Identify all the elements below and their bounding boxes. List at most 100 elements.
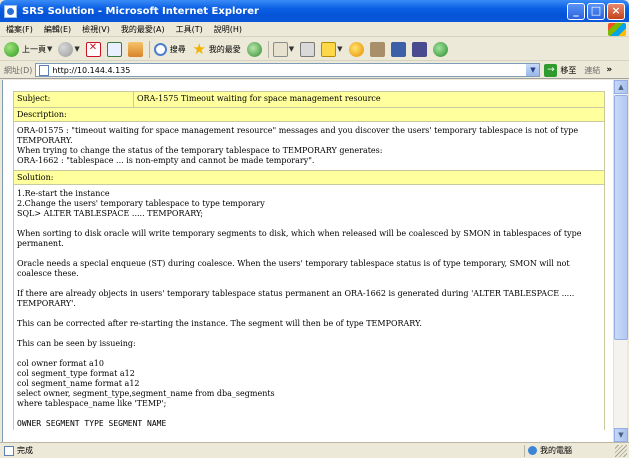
- standard-toolbar: 上一頁 ▼ ▼ 搜尋 ★ 我的最愛 ▼ ▼: [0, 38, 629, 61]
- translate-button[interactable]: [390, 41, 406, 57]
- maximize-button[interactable]: □: [587, 2, 605, 20]
- favorites-label: 我的最愛: [208, 44, 241, 54]
- translate-icon: [390, 41, 406, 57]
- home-button[interactable]: [127, 41, 143, 57]
- media-button[interactable]: [411, 41, 427, 57]
- back-label: 上一頁: [22, 44, 46, 54]
- status-text: 完成: [17, 446, 33, 455]
- forward-icon: [58, 41, 74, 57]
- solution-header: Solution:: [13, 170, 605, 185]
- history-icon: [246, 41, 262, 57]
- my-computer-icon: [528, 446, 537, 455]
- solution-document: Subject: ORA-1575 Timeout waiting for sp…: [13, 91, 605, 430]
- stop-button[interactable]: [85, 41, 101, 57]
- address-label: 網址(D): [4, 65, 33, 75]
- search-button[interactable]: 搜尋: [153, 42, 186, 56]
- menu-favorites[interactable]: 我的最愛(A): [121, 24, 165, 35]
- print-button[interactable]: [300, 41, 316, 57]
- solution-body: 1.Re-start the instance 2.Change the use…: [13, 184, 605, 430]
- description-line: ORA-01575 : "timeout waiting for space m…: [17, 126, 579, 145]
- messenger-button[interactable]: [348, 41, 364, 57]
- address-dropdown-icon[interactable]: ▼: [526, 64, 540, 76]
- go-button[interactable]: → 移至: [544, 63, 577, 77]
- print-icon: [300, 41, 316, 57]
- go-label: 移至: [560, 65, 577, 75]
- code-line: where tablespace_name like 'TEMP';: [17, 399, 167, 408]
- code-line: col owner format a10: [17, 359, 104, 368]
- solution-paragraph: If there are already objects in users' t…: [17, 289, 575, 308]
- toolbar-separator: [267, 40, 269, 58]
- description-header: Description:: [13, 107, 605, 122]
- page-content: Subject: ORA-1575 Timeout waiting for sp…: [2, 80, 614, 442]
- msn-icon: [432, 41, 448, 57]
- solution-step: 1.Re-start the instance: [17, 189, 110, 198]
- menu-edit[interactable]: 編輯(E): [44, 24, 71, 35]
- scroll-up-icon[interactable]: ▲: [614, 80, 628, 94]
- search-label: 搜尋: [169, 44, 186, 54]
- subject-label: Subject:: [14, 92, 134, 107]
- toolbar-overflow-icon[interactable]: »: [606, 65, 612, 75]
- page-icon: [39, 64, 50, 76]
- description-line: When trying to change the status of the …: [17, 146, 383, 155]
- menu-help[interactable]: 說明(H): [214, 24, 242, 35]
- chevron-down-icon[interactable]: ▼: [47, 45, 52, 53]
- vertical-scrollbar[interactable]: ▲ ▼: [613, 80, 628, 442]
- favorites-button[interactable]: ★ 我的最愛: [192, 39, 241, 58]
- toolbar-separator: [148, 40, 150, 58]
- solution-paragraph: This can be corrected after re-starting …: [17, 319, 422, 328]
- subject-value: ORA-1575 Timeout waiting for space manag…: [134, 92, 604, 107]
- msn-button[interactable]: [432, 41, 448, 57]
- go-arrow-icon: →: [544, 63, 558, 77]
- edit-button[interactable]: ▼: [321, 41, 343, 57]
- edit-icon: [321, 41, 337, 57]
- search-icon: [153, 42, 167, 56]
- code-line: col segment_type format a12: [17, 369, 135, 378]
- solution-paragraph: Oracle needs a special enqueue (ST) duri…: [17, 259, 570, 278]
- page-done-icon: [4, 445, 14, 456]
- home-icon: [127, 41, 143, 57]
- refresh-button[interactable]: [106, 41, 122, 57]
- description-body: ORA-01575 : "timeout waiting for space m…: [13, 121, 605, 171]
- solution-step: 2.Change the users' temporary tablespace…: [17, 199, 265, 208]
- research-icon: [369, 41, 385, 57]
- description-line: ORA-1662 : "tablespace ... is non-empty …: [17, 156, 315, 165]
- query-output-header: OWNER SEGMENT_TYPE SEGMENT_NAME: [17, 419, 167, 426]
- address-field[interactable]: ▼: [35, 63, 541, 77]
- messenger-icon: [348, 41, 364, 57]
- solution-paragraph: When sorting to disk oracle will write t…: [17, 229, 582, 248]
- scroll-down-icon[interactable]: ▼: [614, 428, 628, 442]
- chevron-down-icon[interactable]: ▼: [74, 45, 79, 53]
- forward-button[interactable]: ▼: [58, 41, 80, 57]
- menu-view[interactable]: 檢視(V): [82, 24, 110, 35]
- code-line: col segment_name format a12: [17, 379, 140, 388]
- back-button[interactable]: 上一頁 ▼: [4, 41, 52, 57]
- chevron-down-icon[interactable]: ▼: [337, 45, 342, 53]
- menu-file[interactable]: 檔案(F): [6, 24, 33, 35]
- history-button[interactable]: [246, 41, 262, 57]
- resize-grip-icon[interactable]: [615, 444, 627, 457]
- links-toolbar[interactable]: 連結: [584, 65, 600, 76]
- media-icon: [411, 41, 427, 57]
- address-input[interactable]: [52, 65, 523, 75]
- back-icon: [4, 41, 19, 57]
- close-button[interactable]: ×: [607, 2, 625, 20]
- menu-tools[interactable]: 工具(T): [176, 24, 203, 35]
- status-bar: 完成 我的電腦: [0, 442, 629, 458]
- favorites-star-icon: ★: [192, 39, 206, 58]
- window-title: SRS Solution - Microsoft Internet Explor…: [22, 5, 259, 17]
- sql-line: SQL> ALTER TABLESPACE ..... TEMPORARY;: [17, 209, 204, 218]
- refresh-icon: [106, 41, 122, 57]
- research-button[interactable]: [369, 41, 385, 57]
- title-bar: SRS Solution - Microsoft Internet Explor…: [0, 0, 629, 22]
- chevron-down-icon[interactable]: ▼: [289, 45, 294, 53]
- mail-icon: [272, 41, 288, 57]
- stop-icon: [85, 41, 101, 57]
- zone-label: 我的電腦: [540, 446, 572, 455]
- security-zone: 我的電腦: [524, 444, 612, 457]
- solution-paragraph: This can be seen by issueing:: [17, 339, 136, 348]
- windows-logo-icon: [608, 23, 626, 36]
- subject-row: Subject: ORA-1575 Timeout waiting for sp…: [13, 91, 605, 108]
- mail-button[interactable]: ▼: [272, 41, 294, 57]
- minimize-button[interactable]: _: [567, 2, 585, 20]
- scrollbar-thumb[interactable]: [614, 95, 628, 340]
